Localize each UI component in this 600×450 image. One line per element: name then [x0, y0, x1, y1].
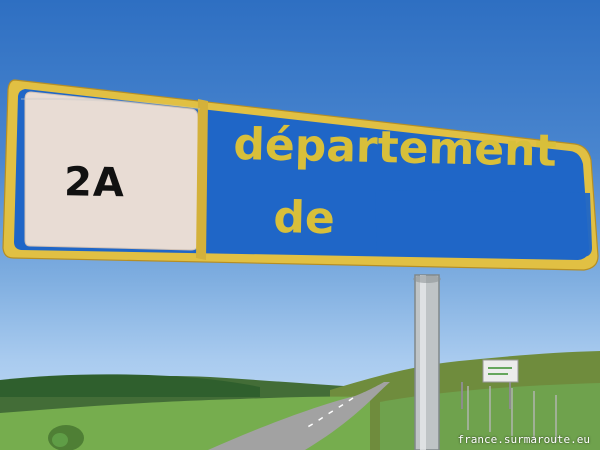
green-bush-highlight: [52, 433, 68, 447]
blurred-name-area: [375, 190, 592, 257]
post-highlight: [420, 275, 426, 450]
photo-scene: 2A département de france.surmaroute.eu: [0, 0, 600, 450]
road-sign: 2A département de: [0, 0, 600, 450]
small-billboard-icon: [482, 359, 519, 383]
post-body: [414, 274, 440, 450]
department-code: 2A: [63, 159, 126, 207]
watermark: france.surmaroute.eu: [457, 433, 590, 446]
post-cap: [413, 275, 441, 283]
sign-post: [413, 274, 441, 450]
sign-line-1: département: [232, 119, 558, 177]
sign-line-2: de: [272, 192, 336, 245]
panel-divider: [196, 99, 208, 260]
